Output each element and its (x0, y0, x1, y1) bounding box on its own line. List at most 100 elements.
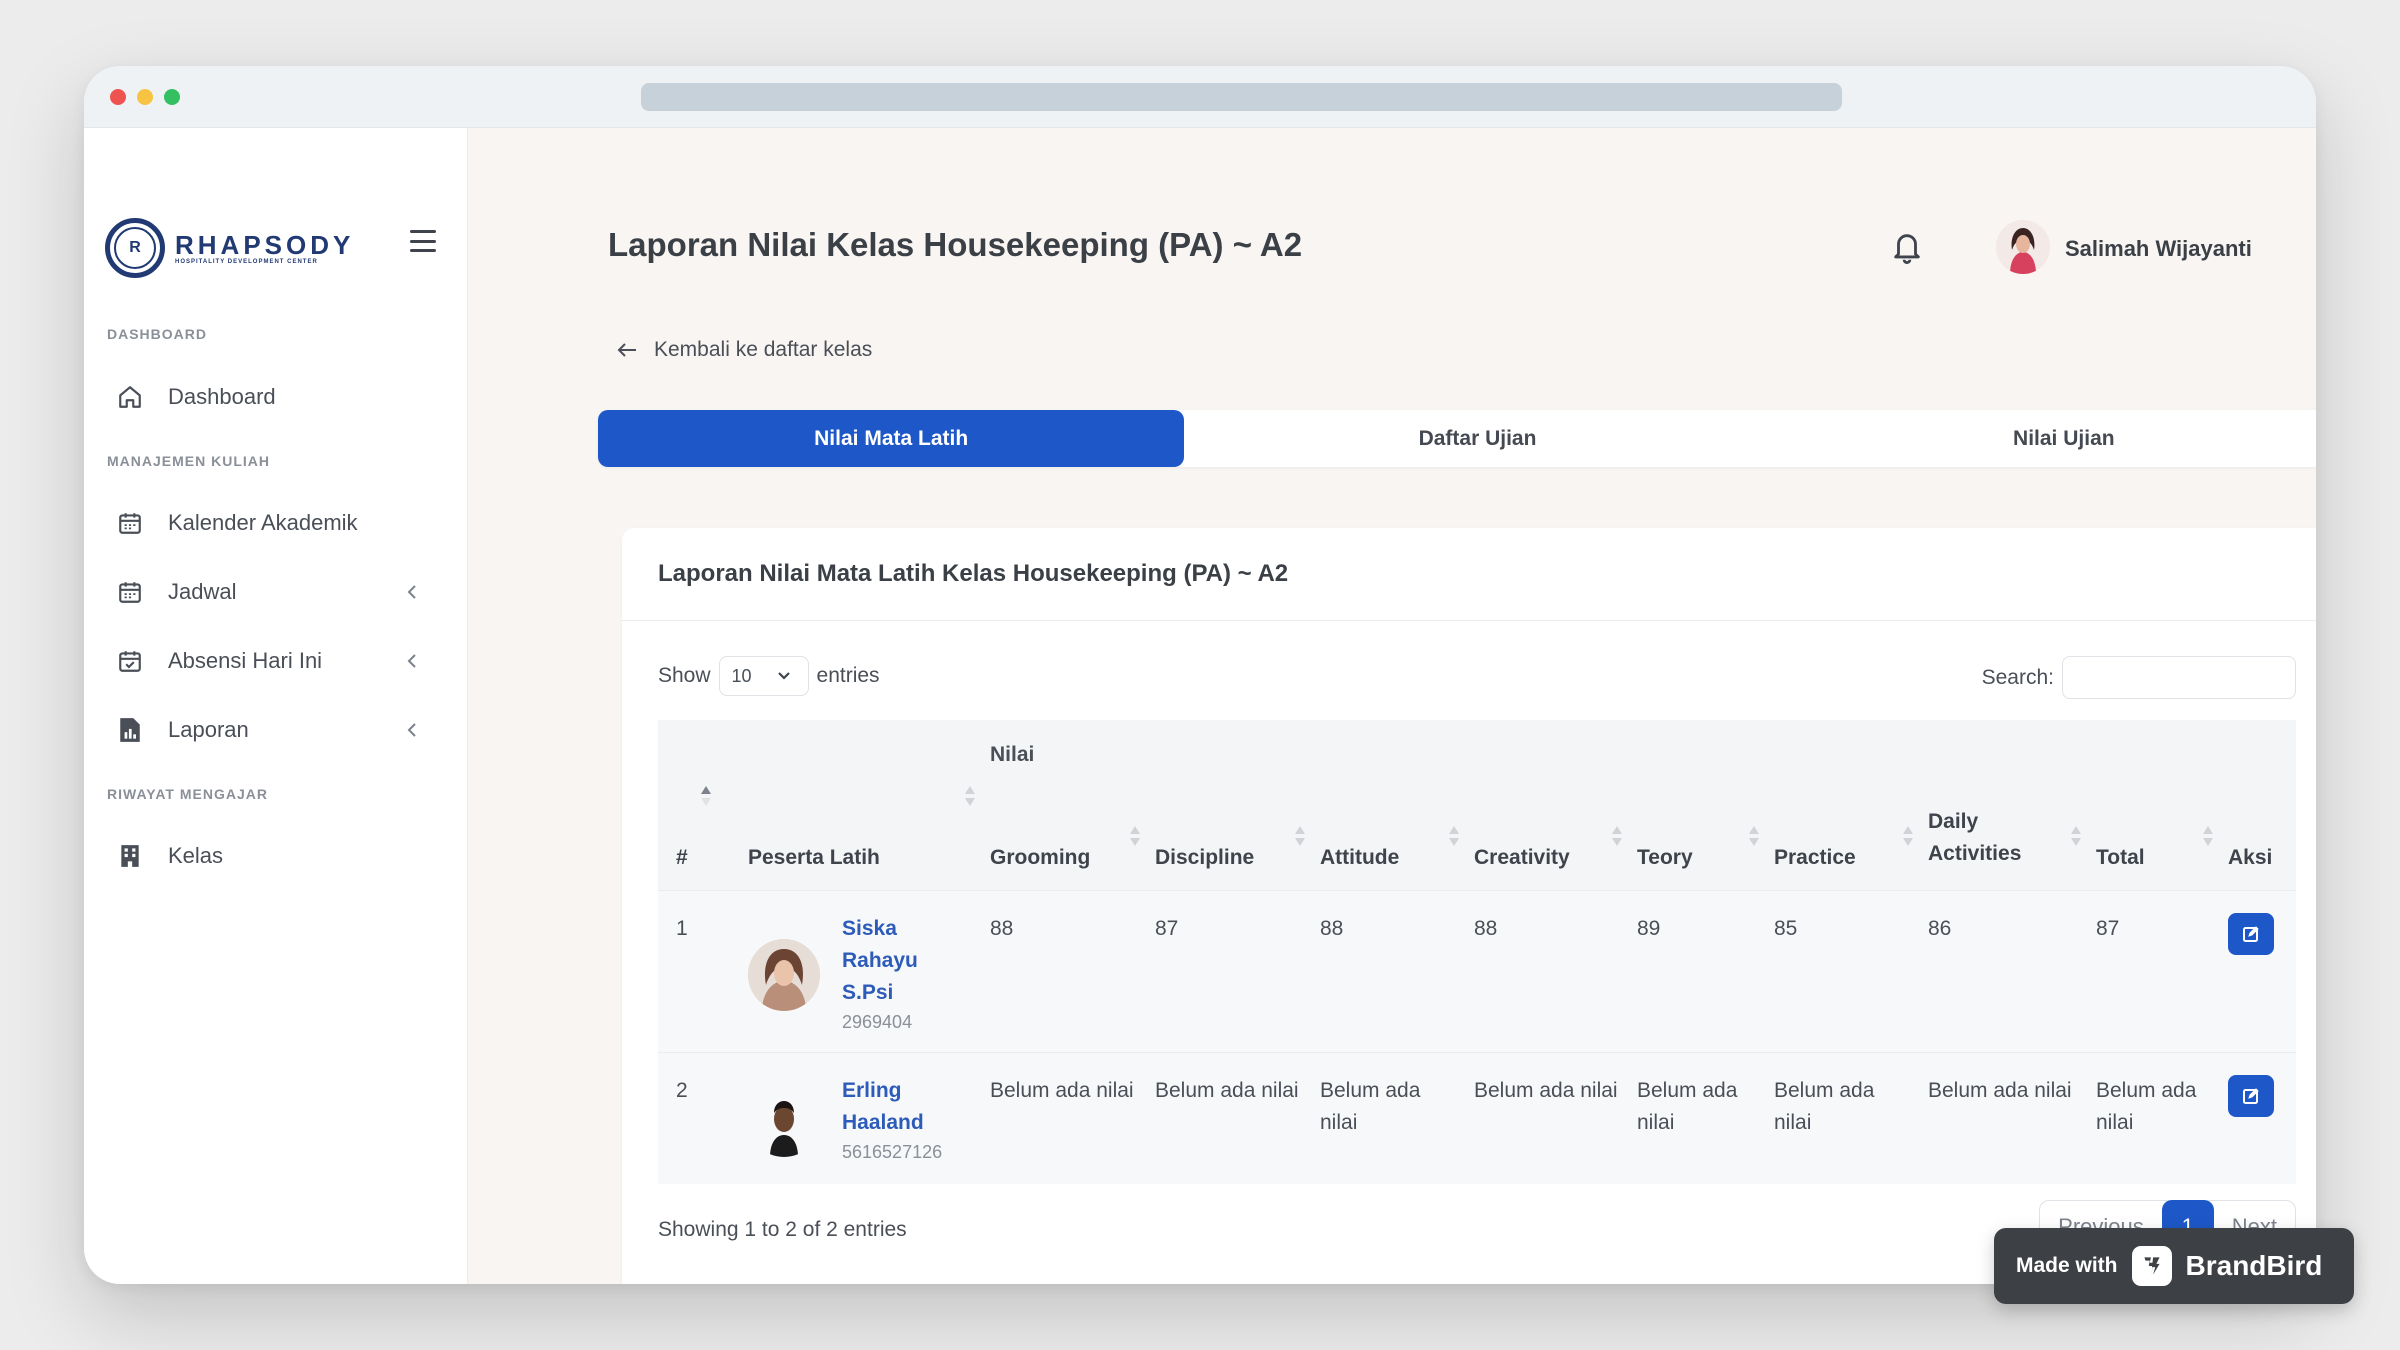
tab-nilai-ujian[interactable]: Nilai Ujian (1771, 410, 2316, 467)
column-header-teory[interactable]: Teory (1637, 790, 1774, 890)
sidebar-item-laporan[interactable]: Laporan (116, 705, 436, 755)
grade-cell: Belum ada nilai (1774, 1078, 1875, 1134)
page-length-value: 10 (731, 665, 752, 686)
sidebar-item-dashboard[interactable]: Dashboard (116, 372, 436, 422)
sidebar-item-label: Laporan (168, 717, 249, 742)
grade-cell: 87 (1155, 916, 1179, 940)
search-label: Search: (1981, 665, 2054, 689)
table-info: Showing 1 to 2 of 2 entries (658, 1218, 907, 1241)
sidebar-item-jadwal[interactable]: Jadwal (116, 567, 436, 617)
sidebar-item-label: Kelas (168, 843, 224, 868)
grade-cell: Belum ada nilai (1928, 1078, 2072, 1102)
report-card: Laporan Nilai Mata Latih Kelas Housekeep… (622, 528, 2316, 1284)
calendar-icon (116, 509, 144, 537)
chevron-down-icon (777, 672, 790, 680)
avatar (748, 938, 820, 1011)
arrow-left-icon (617, 343, 636, 357)
home-icon (116, 383, 144, 411)
table-row: 2 Erling Haaland 5616527126 Belum ada ni… (658, 1052, 2296, 1184)
sidebar-item-label: Dashboard (168, 384, 276, 409)
brandbird-badge[interactable]: Made with BrandBird (1994, 1228, 2354, 1304)
column-header-num[interactable]: # (658, 786, 748, 890)
sidebar-item-label: Absensi Hari Ini (168, 648, 323, 673)
report-icon (116, 716, 144, 744)
participant-name-link[interactable]: Siska Rahayu S.Psi (842, 913, 932, 1009)
sidebar-item-kelas[interactable]: Kelas (116, 831, 436, 881)
maximize-window-dot[interactable] (164, 89, 180, 105)
sort-icon (2203, 826, 2213, 846)
browser-titlebar (84, 66, 2316, 128)
brandbird-name: BrandBird (2185, 1250, 2323, 1281)
sort-asc-icon (701, 786, 711, 806)
sidebar-item-absensi-hari-ini[interactable]: Absensi Hari Ini (116, 636, 436, 686)
participant-id: 2969404 (842, 1011, 913, 1032)
column-group-nilai: Nilai (990, 743, 1035, 766)
column-header-peserta[interactable]: Peserta Latih (748, 786, 990, 890)
edit-button[interactable] (2228, 1074, 2274, 1117)
tab-bar: Nilai Mata Latih Daftar Ujian Nilai Ujia… (598, 410, 2316, 467)
edit-icon (2243, 1087, 2259, 1104)
sort-icon (965, 786, 975, 806)
browser-window: R RHAPSODY HOSPITALITY DEVELOPMENT CENTE… (84, 66, 2316, 1284)
address-bar[interactable] (641, 83, 1842, 111)
column-header-practice[interactable]: Practice (1774, 790, 1928, 890)
page-title: Laporan Nilai Kelas Housekeeping (PA) ~ … (608, 226, 1303, 263)
grade-cell: Belum ada nilai (1474, 1078, 1618, 1102)
tab-daftar-ujian[interactable]: Daftar Ujian (1184, 410, 1770, 467)
entries-label: entries (816, 664, 880, 687)
user-name[interactable]: Salimah Wijayanti (2065, 236, 2252, 262)
grade-cell: 88 (1320, 916, 1344, 940)
sort-icon (1449, 826, 1459, 846)
sort-icon (1130, 826, 1140, 846)
menu-toggle-icon[interactable] (410, 230, 436, 252)
row-number: 2 (676, 1078, 688, 1102)
grade-cell: Belum ada nilai (990, 1078, 1134, 1102)
brandbird-logo-icon (2131, 1246, 2172, 1286)
column-header-discipline[interactable]: Discipline (1155, 790, 1320, 890)
column-header-total[interactable]: Total (2096, 790, 2228, 890)
made-with-label: Made with (2016, 1254, 2118, 1277)
search-input[interactable] (2062, 656, 2296, 699)
app-logo[interactable]: R RHAPSODY HOSPITALITY DEVELOPMENT CENTE… (105, 218, 354, 278)
calendar-grid-icon (116, 578, 144, 606)
table-row: 1 Siska Rahayu S.Psi 2969404 88 87 88 88… (658, 890, 2296, 1052)
avatar[interactable] (1996, 220, 2050, 274)
column-header-aksi: Aksi (2228, 845, 2273, 869)
close-window-dot[interactable] (110, 89, 126, 105)
page-length-control: Show 10 entries (658, 656, 880, 696)
grade-cell: 89 (1637, 916, 1661, 940)
participant-cell: Erling Haaland 5616527126 (748, 1075, 990, 1165)
sort-icon (2071, 826, 2081, 846)
avatar (748, 1084, 820, 1157)
sort-icon (1749, 826, 1759, 846)
column-header-attitude[interactable]: Attitude (1320, 790, 1474, 890)
sidebar-item-kalender-akademik[interactable]: Kalender Akademik (116, 498, 436, 548)
grade-cell: 88 (990, 916, 1014, 940)
edit-button[interactable] (2228, 912, 2274, 955)
grades-table: Nilai # Peserta Latih Grooming Disciplin… (658, 720, 2296, 1184)
data-table-wrapper: Nilai # Peserta Latih Grooming Disciplin… (658, 720, 2296, 1184)
search-control: Search: (1982, 656, 2296, 699)
participant-name-link[interactable]: Erling Haaland (842, 1075, 932, 1139)
participant-id: 5616527126 (842, 1141, 943, 1162)
column-header-grooming[interactable]: Grooming (990, 790, 1155, 890)
section-title-dashboard: DASHBOARD (107, 326, 207, 342)
card-title: Laporan Nilai Mata Latih Kelas Housekeep… (622, 528, 2316, 621)
bell-icon[interactable] (1890, 228, 1924, 266)
chevron-left-icon (400, 580, 424, 604)
sort-icon (1612, 826, 1622, 846)
chevron-left-icon (400, 649, 424, 673)
grade-cell: Belum ada nilai (1320, 1078, 1421, 1134)
sidebar-item-label: Jadwal (168, 579, 237, 604)
back-link[interactable]: Kembali ke daftar kelas (616, 338, 872, 362)
total-cell: Belum ada nilai (2096, 1078, 2197, 1134)
total-cell: 87 (2096, 916, 2120, 940)
column-header-creativity[interactable]: Creativity (1474, 790, 1637, 890)
tab-nilai-mata-latih[interactable]: Nilai Mata Latih (598, 410, 1185, 467)
column-header-daily-activities[interactable]: Daily Activities (1928, 790, 2096, 890)
show-label: Show (658, 664, 711, 687)
minimize-window-dot[interactable] (137, 89, 153, 105)
page-length-select[interactable]: 10 (718, 656, 809, 696)
calendar-check-icon (116, 647, 144, 675)
sort-icon (1903, 826, 1913, 846)
